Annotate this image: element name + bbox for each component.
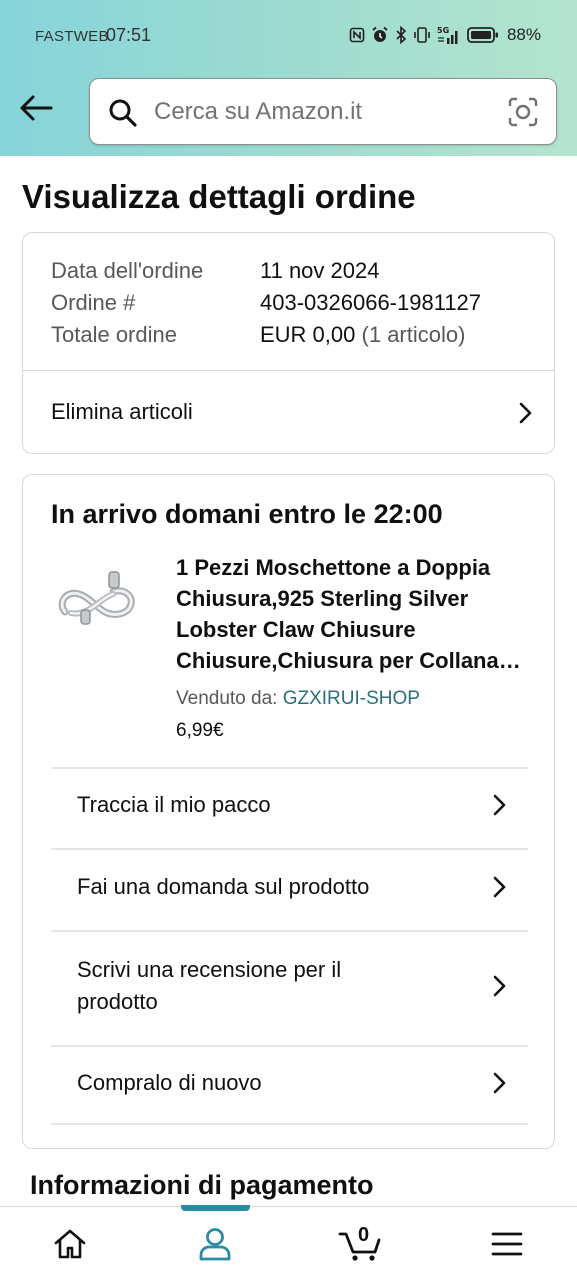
status-time: 07:51	[106, 25, 152, 45]
order-summary-card: Data dell'ordine 11 nov 2024 Ordine # 40…	[22, 232, 555, 454]
write-review-label: Scrivi una recensione per il prodotto	[77, 957, 342, 1014]
active-tab-indicator	[181, 1205, 250, 1211]
order-item-count: (1 articolo)	[361, 322, 466, 347]
home-icon	[54, 1229, 86, 1259]
order-date-value: 11 nov 2024	[260, 258, 380, 283]
nav-menu[interactable]	[485, 1222, 529, 1266]
nav-home[interactable]	[48, 1222, 92, 1266]
chevron-right-icon	[493, 876, 506, 898]
product-title[interactable]: 1 Pezzi Moschettone a Doppia Chiusura,92…	[176, 552, 526, 676]
order-total-label: Totale ordine	[51, 322, 177, 347]
buy-again-button[interactable]: Compralo di nuovo	[51, 1045, 528, 1125]
order-date-label: Data dell'ordine	[51, 258, 204, 283]
camera-scan-icon[interactable]	[508, 97, 538, 127]
payment-section-title: Informazioni di pagamento	[30, 1170, 374, 1200]
nfc-icon	[349, 27, 365, 43]
search-icon	[109, 99, 137, 127]
chevron-right-icon	[493, 1072, 506, 1094]
buy-again-label: Compralo di nuovo	[77, 1070, 262, 1095]
network-5g-icon: 5G	[437, 26, 458, 44]
back-button[interactable]	[16, 88, 56, 128]
order-total-amount: EUR 0,00	[260, 322, 356, 347]
delete-items-label: Elimina articoli	[51, 399, 193, 424]
battery-icon	[467, 27, 498, 43]
network-type-label: 5G	[437, 26, 449, 35]
battery-percent: 88%	[506, 25, 541, 44]
app-header: FASTWEB 07:51 5G 88%	[0, 0, 577, 156]
sold-by: Venduto da: GZXIRUI-SHOP	[176, 688, 420, 710]
carrier-label: FASTWEB	[35, 28, 109, 45]
menu-icon	[491, 1232, 523, 1256]
ask-question-label: Fai una domanda sul prodotto	[77, 874, 370, 899]
chevron-right-icon	[493, 975, 506, 997]
alarm-icon	[372, 26, 388, 42]
shipment-card: In arrivo domani entro le 22:00 1 Pezzi …	[22, 474, 555, 1149]
order-number-value: 403-0326066-1981127	[260, 290, 482, 315]
status-icons: 5G 88%	[349, 24, 541, 46]
account-icon	[199, 1228, 231, 1261]
write-review-button[interactable]: Scrivi una recensione per il prodotto	[51, 930, 528, 1045]
order-number-label: Ordine #	[51, 290, 136, 315]
delete-items-link[interactable]: Elimina articoli	[23, 371, 554, 453]
bluetooth-icon	[396, 26, 407, 44]
seller-link[interactable]: GZXIRUI-SHOP	[283, 688, 420, 709]
arrival-status: In arrivo domani entro le 22:00	[51, 499, 443, 529]
search-input[interactable]	[154, 94, 484, 130]
cart-count: 0	[358, 1224, 370, 1246]
product-price: 6,99€	[176, 720, 224, 741]
search-bar[interactable]	[89, 78, 557, 145]
track-package-button[interactable]: Traccia il mio pacco	[51, 767, 528, 848]
sold-by-label: Venduto da:	[176, 688, 278, 709]
back-arrow-icon	[20, 95, 53, 121]
product-image[interactable]	[51, 560, 151, 640]
chevron-right-icon	[519, 402, 532, 424]
status-bar: FASTWEB 07:51 5G 88%	[0, 0, 577, 72]
page-title: Visualizza dettagli ordine	[22, 178, 416, 215]
nav-account[interactable]	[193, 1222, 237, 1266]
order-total-value: EUR 0,00 (1 articolo)	[260, 322, 465, 348]
ask-question-button[interactable]: Fai una domanda sul prodotto	[51, 848, 528, 930]
vibrate-icon	[414, 27, 430, 43]
track-package-label: Traccia il mio pacco	[77, 792, 271, 817]
chevron-right-icon	[493, 794, 506, 816]
